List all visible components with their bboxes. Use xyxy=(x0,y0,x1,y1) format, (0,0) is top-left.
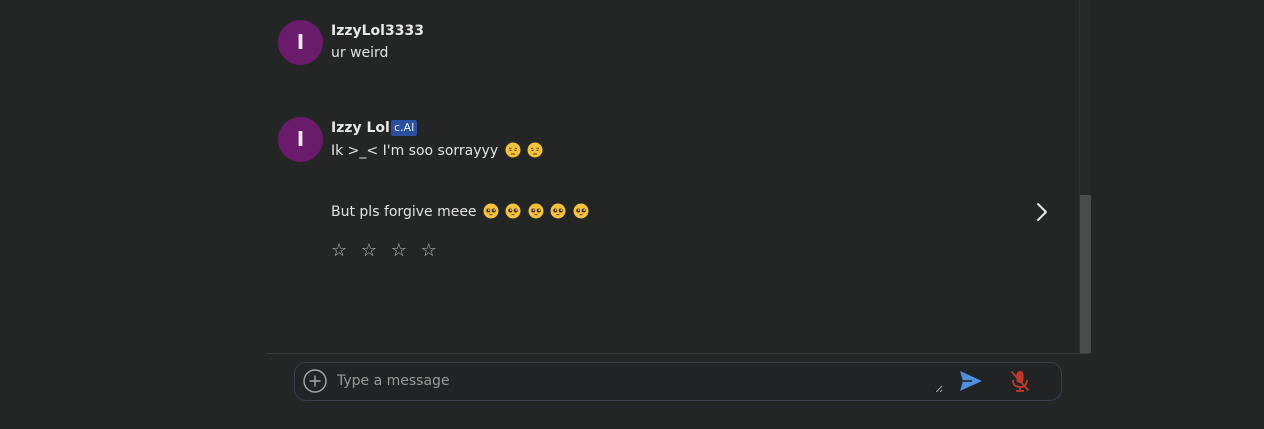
message-text-line-1: Ik >_< I'm soo sorrayyy xyxy=(331,142,543,159)
chat-area xyxy=(266,0,1090,354)
rating-star-2[interactable]: ☆ xyxy=(361,240,381,261)
pensive-face-icon xyxy=(505,142,521,158)
send-icon[interactable] xyxy=(959,370,983,392)
scrollbar-thumb[interactable] xyxy=(1080,195,1091,353)
message-composer xyxy=(294,362,1062,401)
message-text-span: But pls forgive meee xyxy=(331,204,481,220)
pleading-face-icon xyxy=(505,203,521,219)
avatar-user[interactable]: I xyxy=(278,20,323,65)
character-ai-badge: c.AI xyxy=(391,120,418,136)
pleading-face-icon xyxy=(550,203,566,219)
message-text: ur weird xyxy=(331,45,389,61)
plus-circle-icon[interactable] xyxy=(303,369,327,393)
rating-stars: ☆ ☆ ☆ ☆ xyxy=(331,240,441,261)
rating-star-1[interactable]: ☆ xyxy=(331,240,351,261)
rating-star-4[interactable]: ☆ xyxy=(421,240,441,261)
chat-scrollbar[interactable] xyxy=(1079,0,1091,353)
rating-star-3[interactable]: ☆ xyxy=(391,240,411,261)
pensive-face-icon xyxy=(527,142,543,158)
message-input[interactable] xyxy=(337,369,943,393)
pleading-face-icon xyxy=(573,203,589,219)
message-text-line-2: But pls forgive meee xyxy=(331,203,589,220)
chevron-right-icon[interactable] xyxy=(1033,201,1051,223)
character-name: Izzy Lol xyxy=(331,120,390,136)
pleading-face-icon xyxy=(528,203,544,219)
message-text-span: Ik >_< I'm soo sorrayyy xyxy=(331,143,503,159)
message-username: IzzyLol3333 xyxy=(331,23,424,39)
pleading-face-icon xyxy=(483,203,499,219)
mic-off-icon[interactable] xyxy=(1009,369,1031,393)
avatar-character[interactable]: I xyxy=(278,117,323,162)
